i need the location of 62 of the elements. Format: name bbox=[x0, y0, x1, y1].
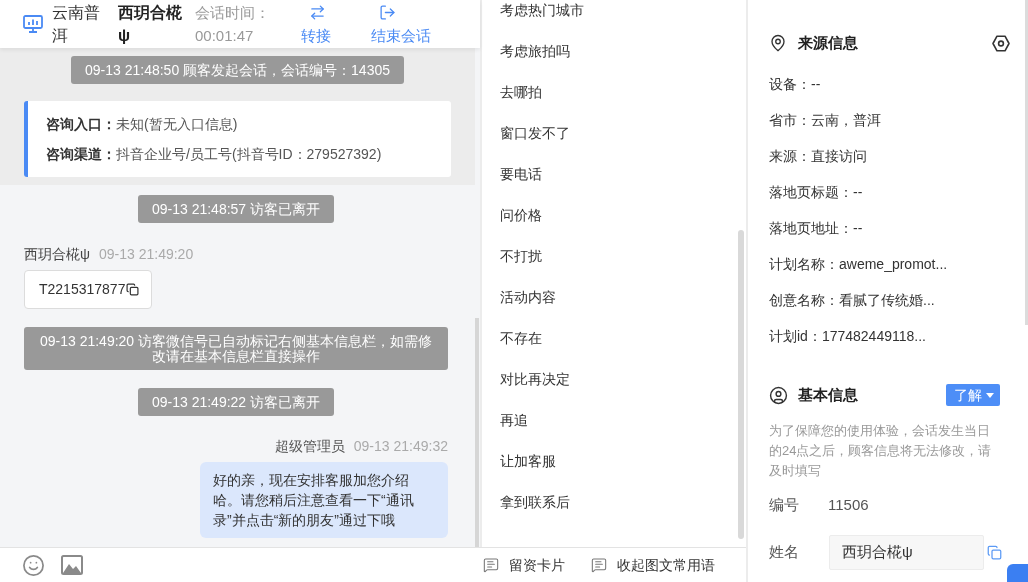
info-line: 咨询入口：未知(暂无入口信息) bbox=[46, 115, 239, 134]
phrase-item[interactable]: 窗口发不了 bbox=[500, 122, 570, 144]
phrase-item[interactable]: 去哪拍 bbox=[500, 81, 542, 103]
scrollbar-thumb[interactable] bbox=[738, 230, 744, 539]
image-icon[interactable] bbox=[61, 555, 83, 575]
phrase-item[interactable]: 让加客服 bbox=[500, 450, 556, 472]
field-value: 11506 bbox=[828, 494, 869, 515]
name-input-field[interactable]: 西玥合椛ψ bbox=[829, 535, 984, 570]
phrase-item[interactable]: 对比再决定 bbox=[500, 368, 570, 390]
phrase-item[interactable]: 活动内容 bbox=[500, 286, 556, 308]
message-icon bbox=[483, 557, 499, 573]
notice-text: 为了保障您的使用体验，会话发生当日的24点之后，顾客信息将无法修改，请及时填写 bbox=[769, 422, 993, 480]
source-info-row-text: 落地页标题：-- bbox=[769, 182, 863, 202]
copy-icon[interactable] bbox=[126, 283, 140, 296]
caret-icon bbox=[986, 392, 994, 398]
system-message: 09-13 21:48:57 访客已离开 bbox=[137, 195, 335, 223]
source-info-row-text: 来源：直接访问 bbox=[769, 146, 867, 166]
message-icon bbox=[591, 557, 607, 573]
session-time-label: 会话时间： bbox=[195, 3, 270, 23]
sender-name: 西玥合椛ψ bbox=[24, 245, 90, 264]
field-label: 姓名 bbox=[769, 542, 800, 563]
system-message: 09-13 21:49:22 访客已离开 bbox=[137, 388, 335, 416]
phrase-item[interactable]: 考虑热门城市 bbox=[500, 0, 584, 21]
phrase-item[interactable]: 不打扰 bbox=[500, 245, 542, 267]
sender-name: 超级管理员 bbox=[274, 437, 345, 456]
phrase-item[interactable]: 拿到联系后 bbox=[500, 491, 570, 513]
visitor-location: 云南普洱 bbox=[52, 3, 101, 46]
message-time: 09-13 21:49:32 bbox=[353, 437, 448, 456]
swap-arrows-icon bbox=[309, 3, 326, 21]
phrase-item[interactable]: 不存在 bbox=[500, 327, 542, 349]
system-message: 09-13 21:48:50 顾客发起会话，会话编号：14305 bbox=[71, 56, 404, 84]
visitor-name: 西玥合椛ψ bbox=[118, 3, 183, 46]
message-bubble: 好的亲，现在安排客服加您介绍哈。请您稍后注意查看一下“通讯录”并点击“新的朋友”通过下哦 bbox=[200, 462, 448, 538]
section-title: 基本信息 bbox=[798, 384, 858, 405]
phrase-item[interactable]: 问价格 bbox=[500, 204, 542, 226]
exit-icon bbox=[379, 3, 396, 21]
source-info-row-text: 计划id：177482449118... bbox=[769, 326, 926, 346]
source-info-row-text: 省市：云南，普洱 bbox=[769, 110, 881, 130]
system-message: 09-13 21:49:20 访客微信号已自动标记右侧基本信息栏，如需修改请在基本信息栏直接操作 bbox=[24, 327, 448, 370]
source-info-row-text: 创意名称：看腻了传统婚... bbox=[769, 290, 935, 310]
session-time: 00:01:47 bbox=[195, 26, 254, 46]
monitor-chart-icon bbox=[23, 15, 43, 33]
source-info-row-text: 落地页地址：-- bbox=[769, 218, 863, 238]
section-title: 来源信息 bbox=[798, 32, 858, 53]
toolbar-link-button[interactable]: 收起图文常用语 bbox=[591, 554, 715, 576]
emoji-icon[interactable] bbox=[22, 553, 45, 577]
field-label: 编号 bbox=[769, 494, 800, 515]
toolbar-link-button[interactable]: 留资卡片 bbox=[483, 554, 565, 576]
source-info-row-text: 计划名称：aweme_promot... bbox=[769, 254, 948, 274]
phrase-item[interactable]: 再追 bbox=[500, 409, 528, 431]
map-pin-icon bbox=[769, 34, 787, 52]
settings-icon[interactable] bbox=[992, 34, 1010, 52]
phrase-item[interactable]: 考虑旅拍吗 bbox=[500, 40, 570, 62]
float-chat-button[interactable] bbox=[1007, 564, 1028, 582]
message-time: 09-13 21:49:20 bbox=[99, 245, 194, 264]
message-text: T2215317877 bbox=[39, 280, 126, 299]
source-info-row-text: 设备：-- bbox=[769, 74, 821, 94]
phrase-item[interactable]: 要电话 bbox=[500, 163, 542, 185]
transfer-button[interactable]: 转接 bbox=[301, 3, 331, 45]
user-circle-icon bbox=[769, 385, 788, 405]
end-session-button[interactable]: 结束会话 bbox=[371, 3, 431, 45]
info-line: 咨询渠道：抖音企业号/员工号(抖音号ID：279527392) bbox=[46, 145, 383, 164]
